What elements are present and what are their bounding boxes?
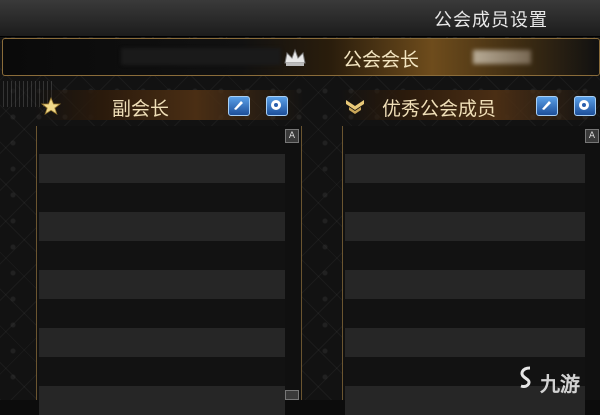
- member-row[interactable]: [39, 212, 285, 241]
- edit-button[interactable]: [228, 96, 250, 116]
- member-row[interactable]: [39, 154, 285, 183]
- edit-icon: [234, 101, 243, 110]
- member-row[interactable]: [345, 299, 585, 328]
- member-row[interactable]: [39, 357, 285, 386]
- star-icon: [40, 97, 62, 115]
- vice-leader-header: 副会长: [34, 90, 304, 120]
- member-row[interactable]: [39, 328, 285, 357]
- window-title: 公会成员设置: [434, 10, 548, 31]
- watermark-text: 九游: [540, 372, 580, 396]
- member-row[interactable]: [39, 270, 285, 299]
- member-row[interactable]: [345, 183, 585, 212]
- member-row[interactable]: [39, 386, 285, 415]
- edit-button[interactable]: [536, 96, 558, 116]
- window-titlebar: 公会成员设置: [0, 0, 600, 37]
- guild-leader-label: 公会会长: [343, 49, 420, 71]
- guild-leader-bar: 公会会长: [2, 38, 600, 107]
- scroll-up-button[interactable]: A: [285, 129, 299, 143]
- vice-leader-list: A: [36, 126, 302, 415]
- elite-members-header: 优秀公会成员: [338, 90, 600, 120]
- edit-icon: [542, 101, 551, 110]
- member-row[interactable]: [345, 270, 585, 299]
- settings-button[interactable]: [574, 96, 596, 116]
- scroll-down-button[interactable]: [285, 390, 299, 400]
- member-row[interactable]: [39, 241, 285, 270]
- scroll-up-button[interactable]: A: [585, 129, 599, 143]
- blurred-field: [121, 48, 281, 65]
- gear-icon: [271, 100, 281, 110]
- member-row[interactable]: [345, 154, 585, 183]
- settings-button[interactable]: [266, 96, 288, 116]
- watermark-logo-icon: [520, 366, 531, 388]
- gear-icon: [579, 100, 589, 110]
- member-row[interactable]: [39, 299, 285, 328]
- member-row[interactable]: [345, 212, 585, 241]
- vice-leader-title: 副会长: [112, 98, 170, 120]
- elite-members-list: A: [342, 126, 600, 415]
- guild-leader-name-blurred: [473, 50, 531, 64]
- elite-members-title: 优秀公会成员: [382, 98, 497, 120]
- member-row[interactable]: [345, 328, 585, 357]
- member-row[interactable]: [39, 183, 285, 212]
- crown-icon: [284, 48, 306, 66]
- member-row[interactable]: [345, 241, 585, 270]
- chevron-icon: [346, 100, 364, 114]
